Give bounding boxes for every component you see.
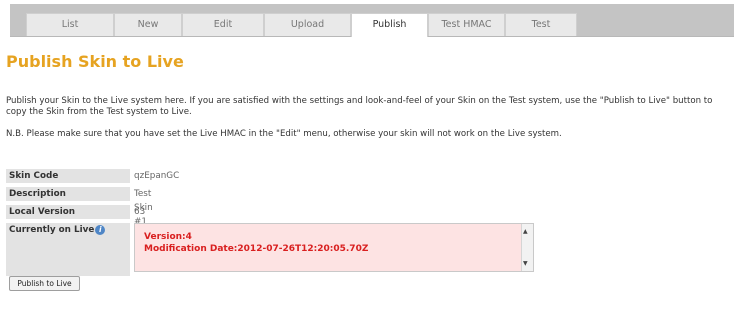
skin-code-label: Skin Code	[6, 169, 130, 183]
live-version: Version:4	[144, 232, 192, 242]
note-text: N.B. Please make sure that you have set …	[6, 129, 562, 139]
currently-on-live-text: Currently on Live	[9, 225, 95, 235]
description-label: Description	[6, 187, 130, 201]
scroll-down-icon[interactable]: ▼	[523, 258, 528, 270]
page-title: Publish Skin to Live	[6, 52, 184, 71]
tab-new[interactable]: New	[114, 13, 182, 36]
tab-edit[interactable]: Edit	[182, 13, 264, 36]
scroll-up-icon[interactable]: ▲	[523, 226, 528, 238]
tab-publish[interactable]: Publish	[351, 13, 428, 37]
tab-upload[interactable]: Upload	[264, 13, 351, 36]
info-icon[interactable]: i	[95, 224, 106, 235]
currently-on-live-label: Currently on Live i	[6, 223, 130, 276]
live-modification-date: Modification Date:2012-07-26T12:20:05.70…	[144, 244, 369, 254]
live-box-scrollbar[interactable]: ▲ ▼	[521, 224, 533, 271]
tab-test-hmac[interactable]: Test HMAC	[428, 13, 505, 36]
intro-text: Publish your Skin to the Live system her…	[6, 96, 713, 117]
tab-bar: List New Edit Upload Publish Test HMAC T…	[10, 4, 734, 37]
local-version-label: Local Version	[6, 205, 130, 219]
tab-list[interactable]: List	[26, 13, 114, 36]
local-version-value: 63	[134, 207, 146, 217]
live-version-box[interactable]: Version:4 Modification Date:2012-07-26T1…	[134, 223, 534, 272]
tab-test[interactable]: Test	[505, 13, 577, 36]
skin-code-value: qzEpanGC	[134, 171, 180, 181]
description-value: Test Skin #1	[134, 189, 153, 227]
publish-to-live-button[interactable]: Publish to Live	[9, 276, 80, 291]
